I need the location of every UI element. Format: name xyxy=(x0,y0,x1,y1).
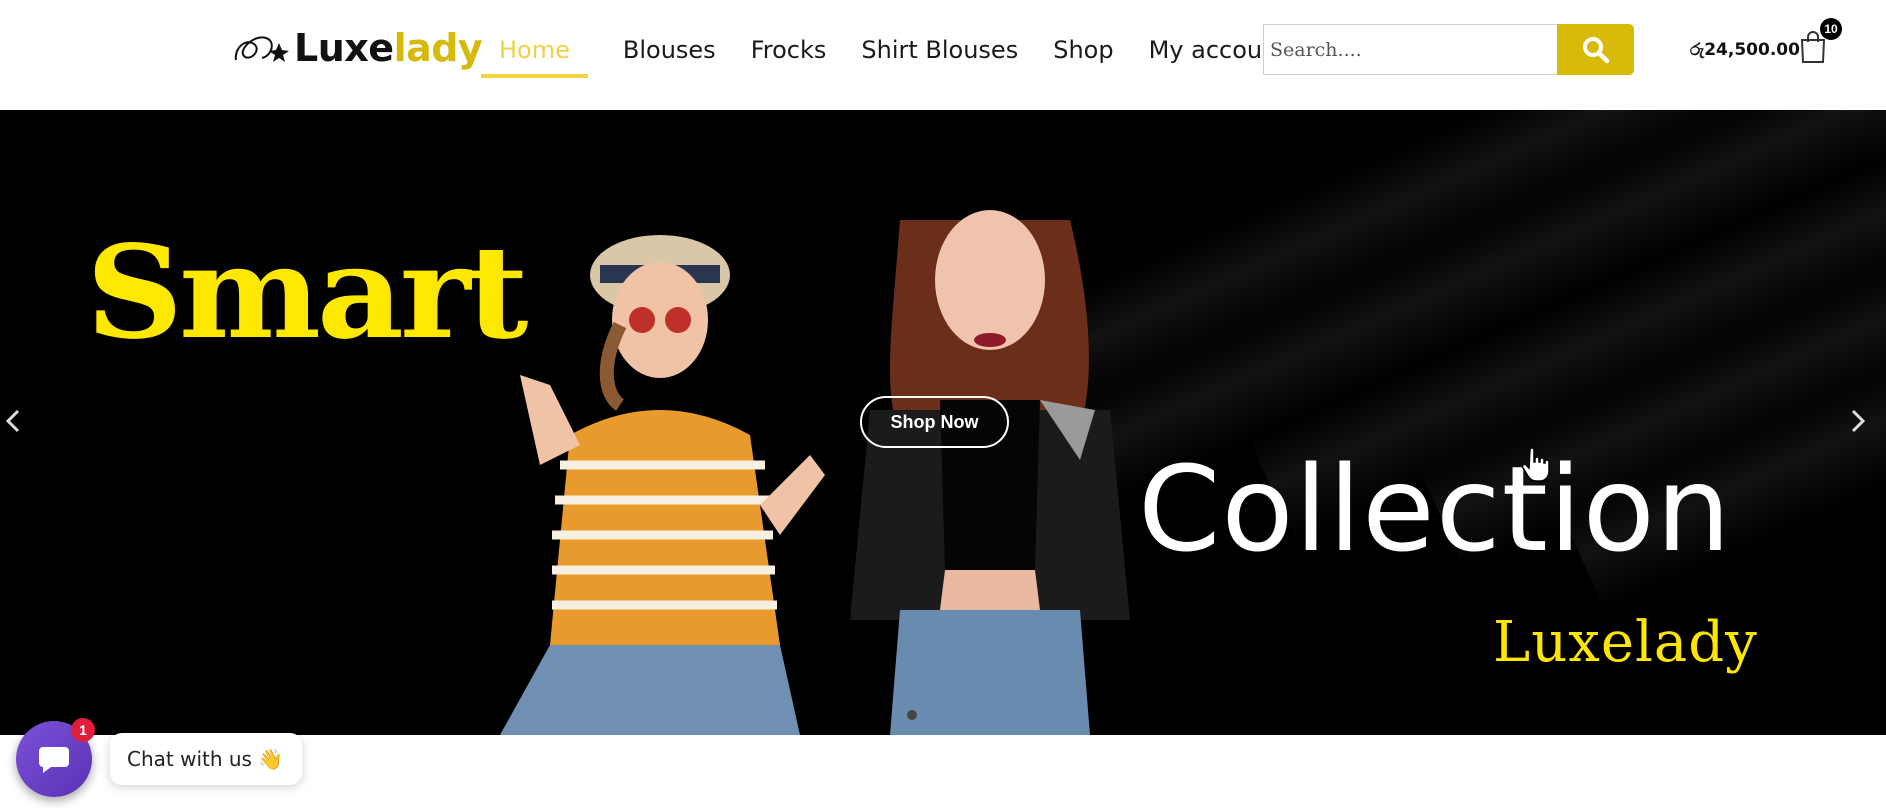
hero-slider: Smart Shop Now Collection Luxelady xyxy=(0,110,1886,735)
chat-with-us-label[interactable]: Chat with us 👋 xyxy=(110,733,302,785)
chat-unread-badge: 1 xyxy=(71,718,95,742)
cart-count-badge: 10 xyxy=(1820,18,1842,40)
main-nav: Home Blouses Frocks Shirt Blouses Shop M… xyxy=(481,28,1322,78)
chat-icon xyxy=(39,747,69,773)
hero-headline-collection: Collection xyxy=(1138,440,1732,578)
hand-cursor-icon xyxy=(1522,447,1550,482)
logo-text-luxe: Luxe xyxy=(294,26,394,70)
nav-item-shirt-blouses[interactable]: Shirt Blouses xyxy=(861,28,1018,72)
slider-dot[interactable] xyxy=(907,710,917,720)
nav-item-shop[interactable]: Shop xyxy=(1053,28,1113,72)
site-logo[interactable]: Luxelady xyxy=(232,26,483,70)
model-image-left xyxy=(500,235,825,735)
logo-mark-icon xyxy=(234,36,289,62)
slider-next-arrow-icon[interactable] xyxy=(1845,406,1869,436)
shop-now-button[interactable]: Shop Now xyxy=(860,396,1009,448)
nav-item-blouses[interactable]: Blouses xyxy=(623,28,716,72)
search-field xyxy=(1263,24,1558,75)
cart-total[interactable]: රු24,500.00 xyxy=(1690,38,1800,62)
search-icon xyxy=(1582,36,1609,63)
nav-active-underline xyxy=(481,74,588,78)
search-input[interactable] xyxy=(1264,25,1558,74)
site-header: Luxelady Home Blouses Frocks Shirt Blous… xyxy=(0,0,1886,110)
hero-brand-text: Luxelady xyxy=(1493,610,1758,675)
nav-item-home[interactable]: Home xyxy=(481,28,588,78)
logo-text-lady: lady xyxy=(393,26,483,70)
slider-prev-arrow-icon[interactable] xyxy=(2,406,26,436)
hero-headline-smart: Smart xyxy=(86,218,528,368)
nav-item-label: Home xyxy=(499,36,570,64)
nav-item-frocks[interactable]: Frocks xyxy=(751,28,827,72)
search-button[interactable] xyxy=(1557,24,1634,75)
